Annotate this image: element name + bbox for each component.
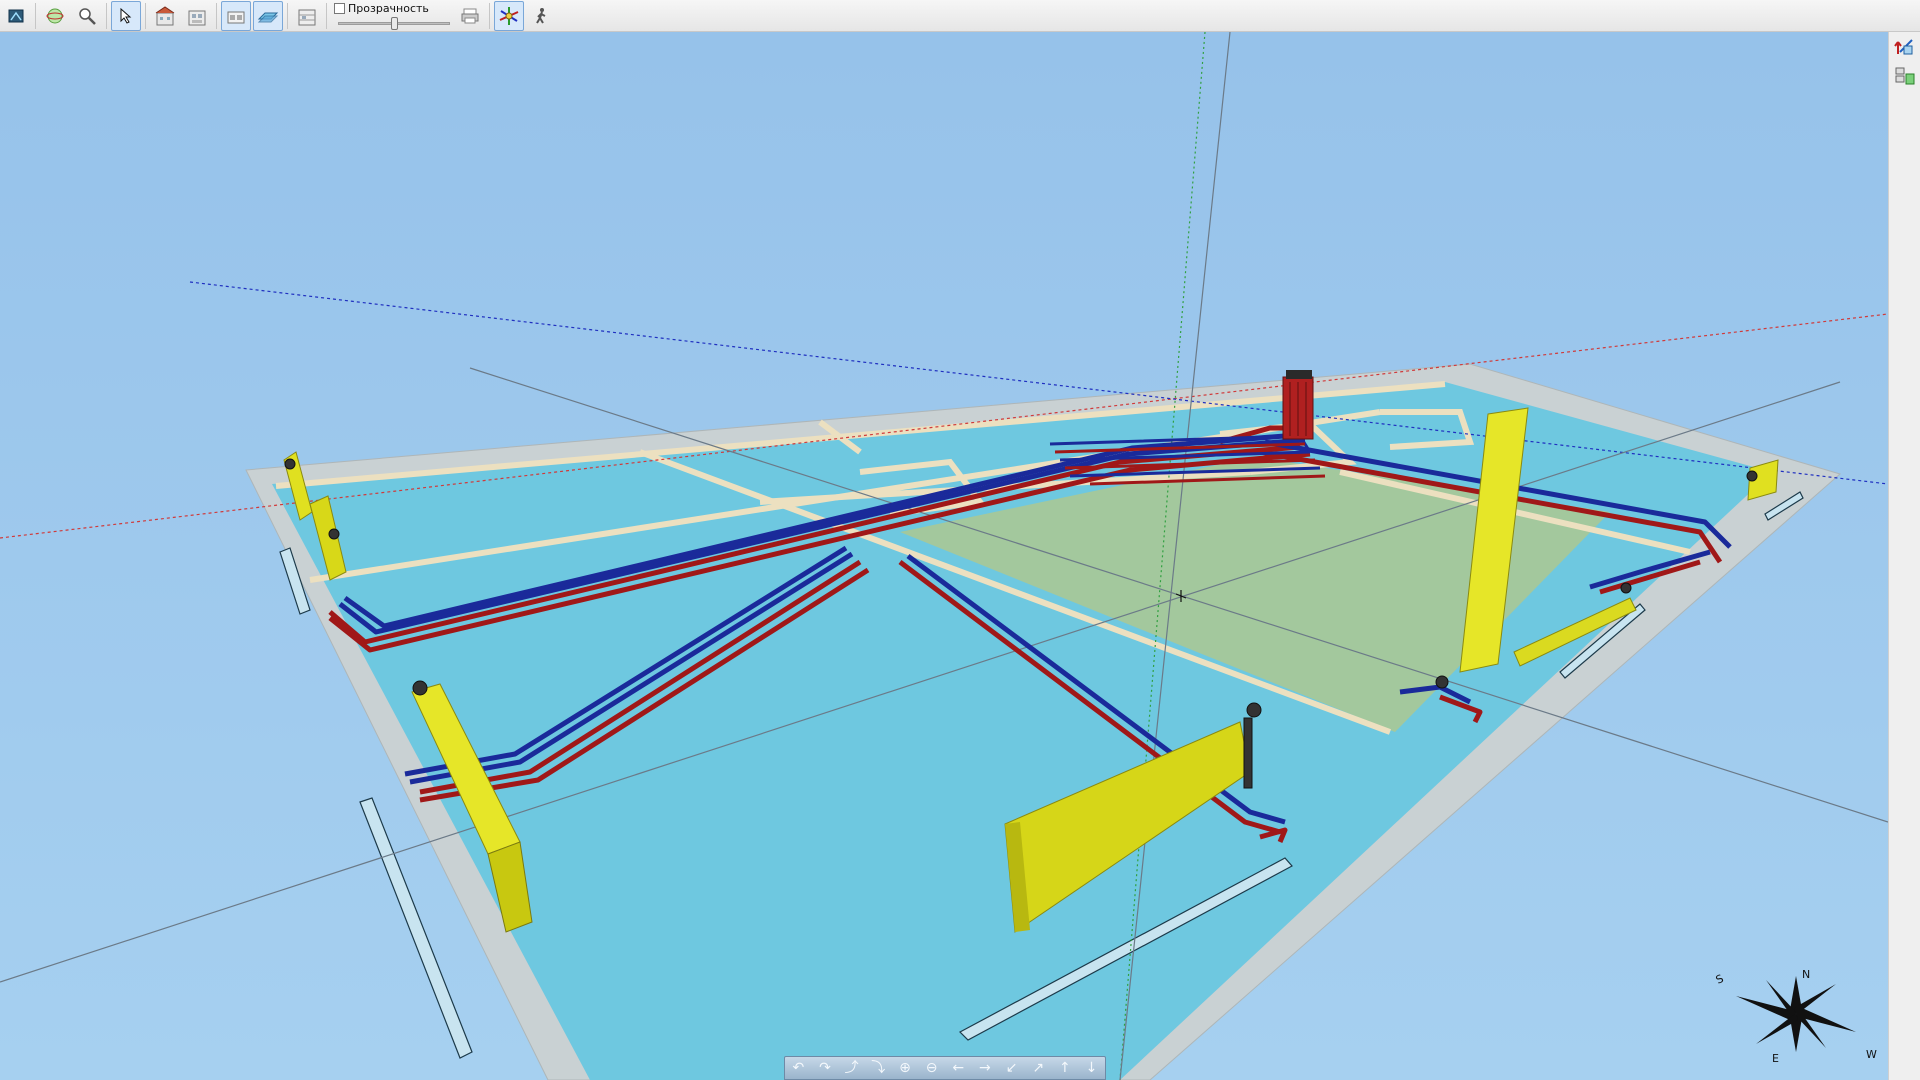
pan-down-button[interactable]: ↓ [1080,1058,1104,1078]
orbit-button[interactable] [40,1,70,31]
navigation-bar: ↶ ↷ ⤴ ⤵ ⊕ ⊖ ← → ↙ ↗ ↑ ↓ [784,1056,1106,1080]
print-icon [461,8,479,23]
transparency-icon [334,3,345,14]
axis-arrows-icon [1894,39,1913,55]
zoom-icon [79,7,96,25]
zoom-out-button[interactable]: ⊖ [920,1058,944,1078]
toolbar-separator [216,2,217,29]
select-cursor-icon [120,7,132,24]
axis-arrows-button[interactable] [1892,34,1918,60]
pan-up-right-button[interactable]: ↗ [1026,1058,1050,1078]
pan-right-icon: → [979,1060,991,1076]
layers-icon [1895,67,1915,85]
building-view-button[interactable] [150,1,180,31]
zoom-in-button[interactable]: ⊕ [893,1058,917,1078]
pan-right-button[interactable]: → [973,1058,997,1078]
pan-up-button[interactable]: ↑ [1053,1058,1077,1078]
compass-label-w: W [1866,1048,1877,1061]
3d-scene: S N E W [0,32,1888,1080]
tilt-down-icon: ⤵ [871,1060,886,1076]
toolbar-separator [326,2,327,29]
boiler-unit [1282,370,1314,440]
walk-button[interactable] [526,1,556,31]
walk-icon [536,7,546,24]
tilt-up-button[interactable]: ⤴ [840,1058,864,1078]
pan-down-icon: ↓ [1085,1060,1098,1076]
zoom-in-icon: ⊕ [899,1060,911,1076]
main-toolbar: Прозрачность [0,0,1920,32]
toolbar-separator [287,2,288,29]
select-cursor-button[interactable] [111,0,141,31]
orbit-icon [46,8,64,23]
pan-left-button[interactable]: ← [946,1058,970,1078]
section-view-icon [227,11,245,23]
floor-view-icon [188,10,206,25]
pan-up-right-icon: ↗ [1032,1060,1045,1076]
plan-view-button[interactable] [253,0,283,31]
toolbar-separator [145,2,146,29]
zoom-out-icon: ⊖ [925,1060,938,1076]
compass-label-n: N [1802,968,1810,981]
rotate-right-icon: ↷ [819,1060,831,1076]
print-button[interactable] [455,1,485,31]
axes-button[interactable] [494,0,524,31]
view-mode-icon [8,9,24,22]
pan-up-icon: ↑ [1059,1060,1071,1076]
section-view-button[interactable] [221,0,251,31]
transparency-control: Прозрачность [334,1,454,31]
building-view-icon [155,5,175,25]
pan-down-left-icon: ↙ [1005,1060,1018,1076]
transparency-label: Прозрачность [348,2,429,15]
right-side-panel [1888,32,1920,1080]
compass-label-e: E [1772,1052,1779,1065]
axes-icon [499,6,519,25]
zoom-button[interactable] [72,1,102,31]
transparency-slider-thumb[interactable] [390,16,398,30]
toolbar-separator [489,2,490,29]
3d-viewport[interactable]: S N E W [0,32,1888,1080]
toolbar-separator [35,2,36,29]
rotate-right-button[interactable]: ↷ [813,1058,837,1078]
rotate-left-icon: ↶ [792,1060,805,1076]
floor-view-button[interactable] [182,1,212,31]
pan-down-left-button[interactable]: ↙ [1000,1058,1024,1078]
toolbar-separator [106,2,107,29]
tilt-down-button[interactable]: ⤵ [866,1058,890,1078]
level-view-icon [298,9,316,25]
pan-left-icon: ← [952,1060,965,1076]
rotate-left-button[interactable]: ↶ [786,1058,810,1078]
layers-button[interactable] [1892,64,1918,90]
plan-view-icon [257,12,279,22]
level-view-button[interactable] [292,1,322,31]
view-mode-button[interactable] [1,1,31,31]
tilt-up-icon: ⤴ [844,1060,859,1076]
